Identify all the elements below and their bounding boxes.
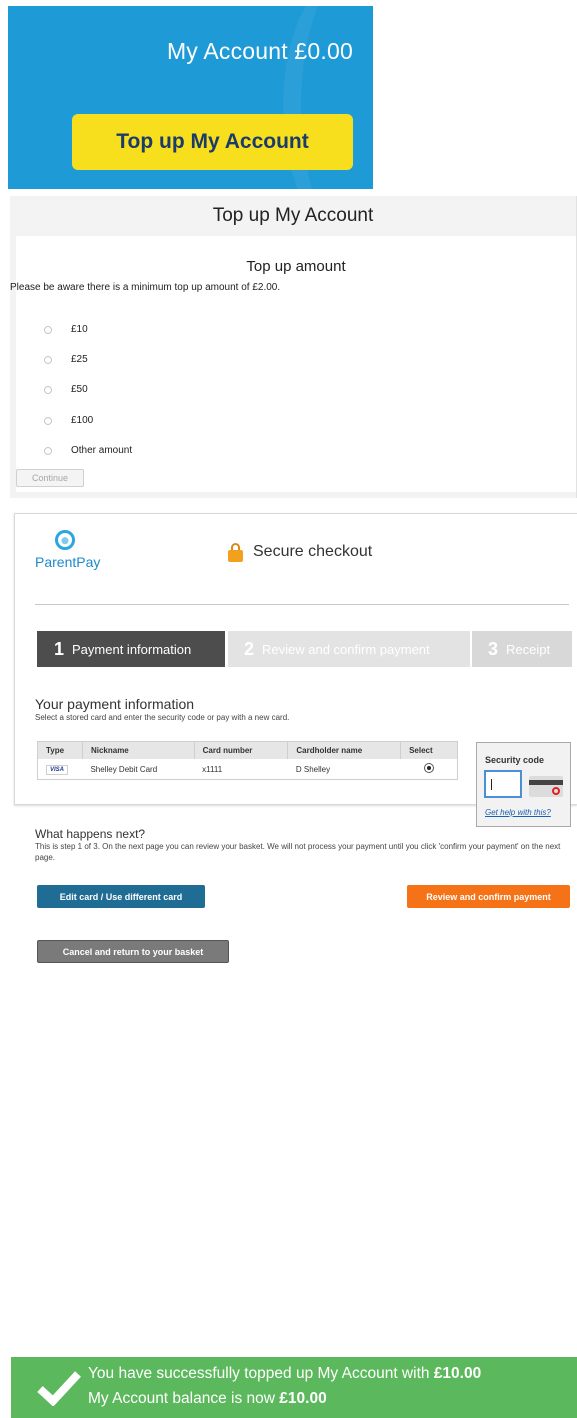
step-label: Review and confirm payment <box>262 641 430 657</box>
security-code-label: Security code <box>485 755 545 765</box>
topup-amount: £10.00 <box>433 1365 482 1382</box>
column-header-select: Select <box>400 741 458 759</box>
select-card-radio[interactable] <box>423 763 434 773</box>
success-message: You have successfully topped up My Accou… <box>88 1365 481 1383</box>
radio-button[interactable] <box>44 416 52 425</box>
table-header-row: Type Nickname Card number Cardholder nam… <box>37 741 458 759</box>
new-balance-amount: £10.00 <box>279 1390 327 1407</box>
step-number: 3 <box>488 638 499 659</box>
checkout-steps: 1 Payment information 2 Review and confi… <box>37 631 572 667</box>
review-confirm-payment-button[interactable]: Review and confirm payment <box>407 885 570 908</box>
step-label: Payment information <box>72 641 192 657</box>
amount-option-other[interactable]: Other amount <box>44 445 132 456</box>
top-up-panel: Top up My Account Top up amount Please b… <box>10 196 577 498</box>
parentpay-logo-text: ParentPay <box>35 554 101 570</box>
payment-information-heading: Your payment information <box>35 696 195 712</box>
checkout-panel: ParentPay Secure checkout 1 Payment info… <box>14 513 577 963</box>
minimum-amount-notice: Please be aware there is a minimum top u… <box>10 282 281 293</box>
amount-option-label: £50 <box>71 384 88 395</box>
step-review-confirm: 2 Review and confirm payment <box>228 631 470 667</box>
visa-card-icon: VISA <box>46 764 69 775</box>
table-row[interactable]: VISA Shelley Debit Card x1111 D Shelley <box>38 759 458 780</box>
column-header-nickname: Nickname <box>82 741 195 759</box>
cardholder-name: D Shelley <box>295 764 331 774</box>
top-up-amount-heading: Top up amount <box>246 258 346 275</box>
column-header-type: Type <box>37 741 83 759</box>
lock-icon <box>228 543 243 563</box>
parentpay-logo-icon <box>55 530 75 550</box>
card-nickname: Shelley Debit Card <box>90 764 158 774</box>
amount-option-25[interactable]: £25 <box>44 354 88 365</box>
new-balance-text: My Account balance is now <box>88 1390 280 1407</box>
security-code-input[interactable] <box>484 770 522 798</box>
amount-option-10[interactable]: £10 <box>44 324 88 335</box>
what-happens-next-heading: What happens next? <box>35 827 146 841</box>
top-up-form: Top up amount Please be aware there is a… <box>10 236 576 492</box>
column-header-card-number: Card number <box>194 741 289 759</box>
amount-option-label: £10 <box>71 324 88 335</box>
card-back-icon <box>529 776 563 797</box>
cancel-return-basket-button[interactable]: Cancel and return to your basket <box>37 940 229 963</box>
top-up-panel-title: Top up My Account <box>212 205 374 226</box>
top-up-account-button[interactable]: Top up My Account <box>72 114 353 170</box>
continue-button[interactable]: Continue <box>16 469 84 487</box>
amount-option-label: £100 <box>71 415 94 426</box>
card-number: x1111 <box>202 764 223 774</box>
new-balance-message: My Account balance is now £10.00 <box>88 1390 327 1408</box>
checkmark-icon <box>37 1371 81 1406</box>
what-happens-next-text: This is step 1 of 3. On the next page yo… <box>35 842 561 862</box>
step-number: 1 <box>54 638 65 659</box>
amount-option-label: Other amount <box>71 445 133 456</box>
amount-option-100[interactable]: £100 <box>44 415 93 426</box>
stored-cards-table: Type Nickname Card number Cardholder nam… <box>37 741 458 780</box>
step-number: 2 <box>244 638 255 659</box>
secure-checkout-label: Secure checkout <box>253 543 373 560</box>
account-balance-title: My Account £0.00 <box>166 38 353 64</box>
divider <box>35 604 569 605</box>
security-help-link[interactable]: Get help with this? <box>485 808 551 817</box>
amount-option-50[interactable]: £50 <box>44 384 88 395</box>
step-label: Receipt <box>506 641 551 657</box>
radio-button[interactable] <box>44 385 52 394</box>
column-header-cardholder: Cardholder name <box>287 741 402 759</box>
step-receipt: 3 Receipt <box>472 631 572 667</box>
security-code-box: Security code Get help with this? <box>476 742 571 827</box>
edit-card-button[interactable]: Edit card / Use different card <box>37 885 205 908</box>
account-banner: My Account £0.00 Top up My Account <box>8 6 373 189</box>
radio-button[interactable] <box>44 446 52 455</box>
radio-button[interactable] <box>44 355 52 364</box>
success-banner: You have successfully topped up My Accou… <box>11 1357 577 1418</box>
success-message-text: You have successfully topped up My Accou… <box>88 1365 434 1382</box>
amount-option-label: £25 <box>71 354 88 365</box>
parentpay-logo: ParentPay <box>35 530 115 582</box>
step-payment-information: 1 Payment information <box>37 631 225 667</box>
payment-information-subtext: Select a stored card and enter the secur… <box>35 713 290 722</box>
radio-button[interactable] <box>44 325 52 334</box>
